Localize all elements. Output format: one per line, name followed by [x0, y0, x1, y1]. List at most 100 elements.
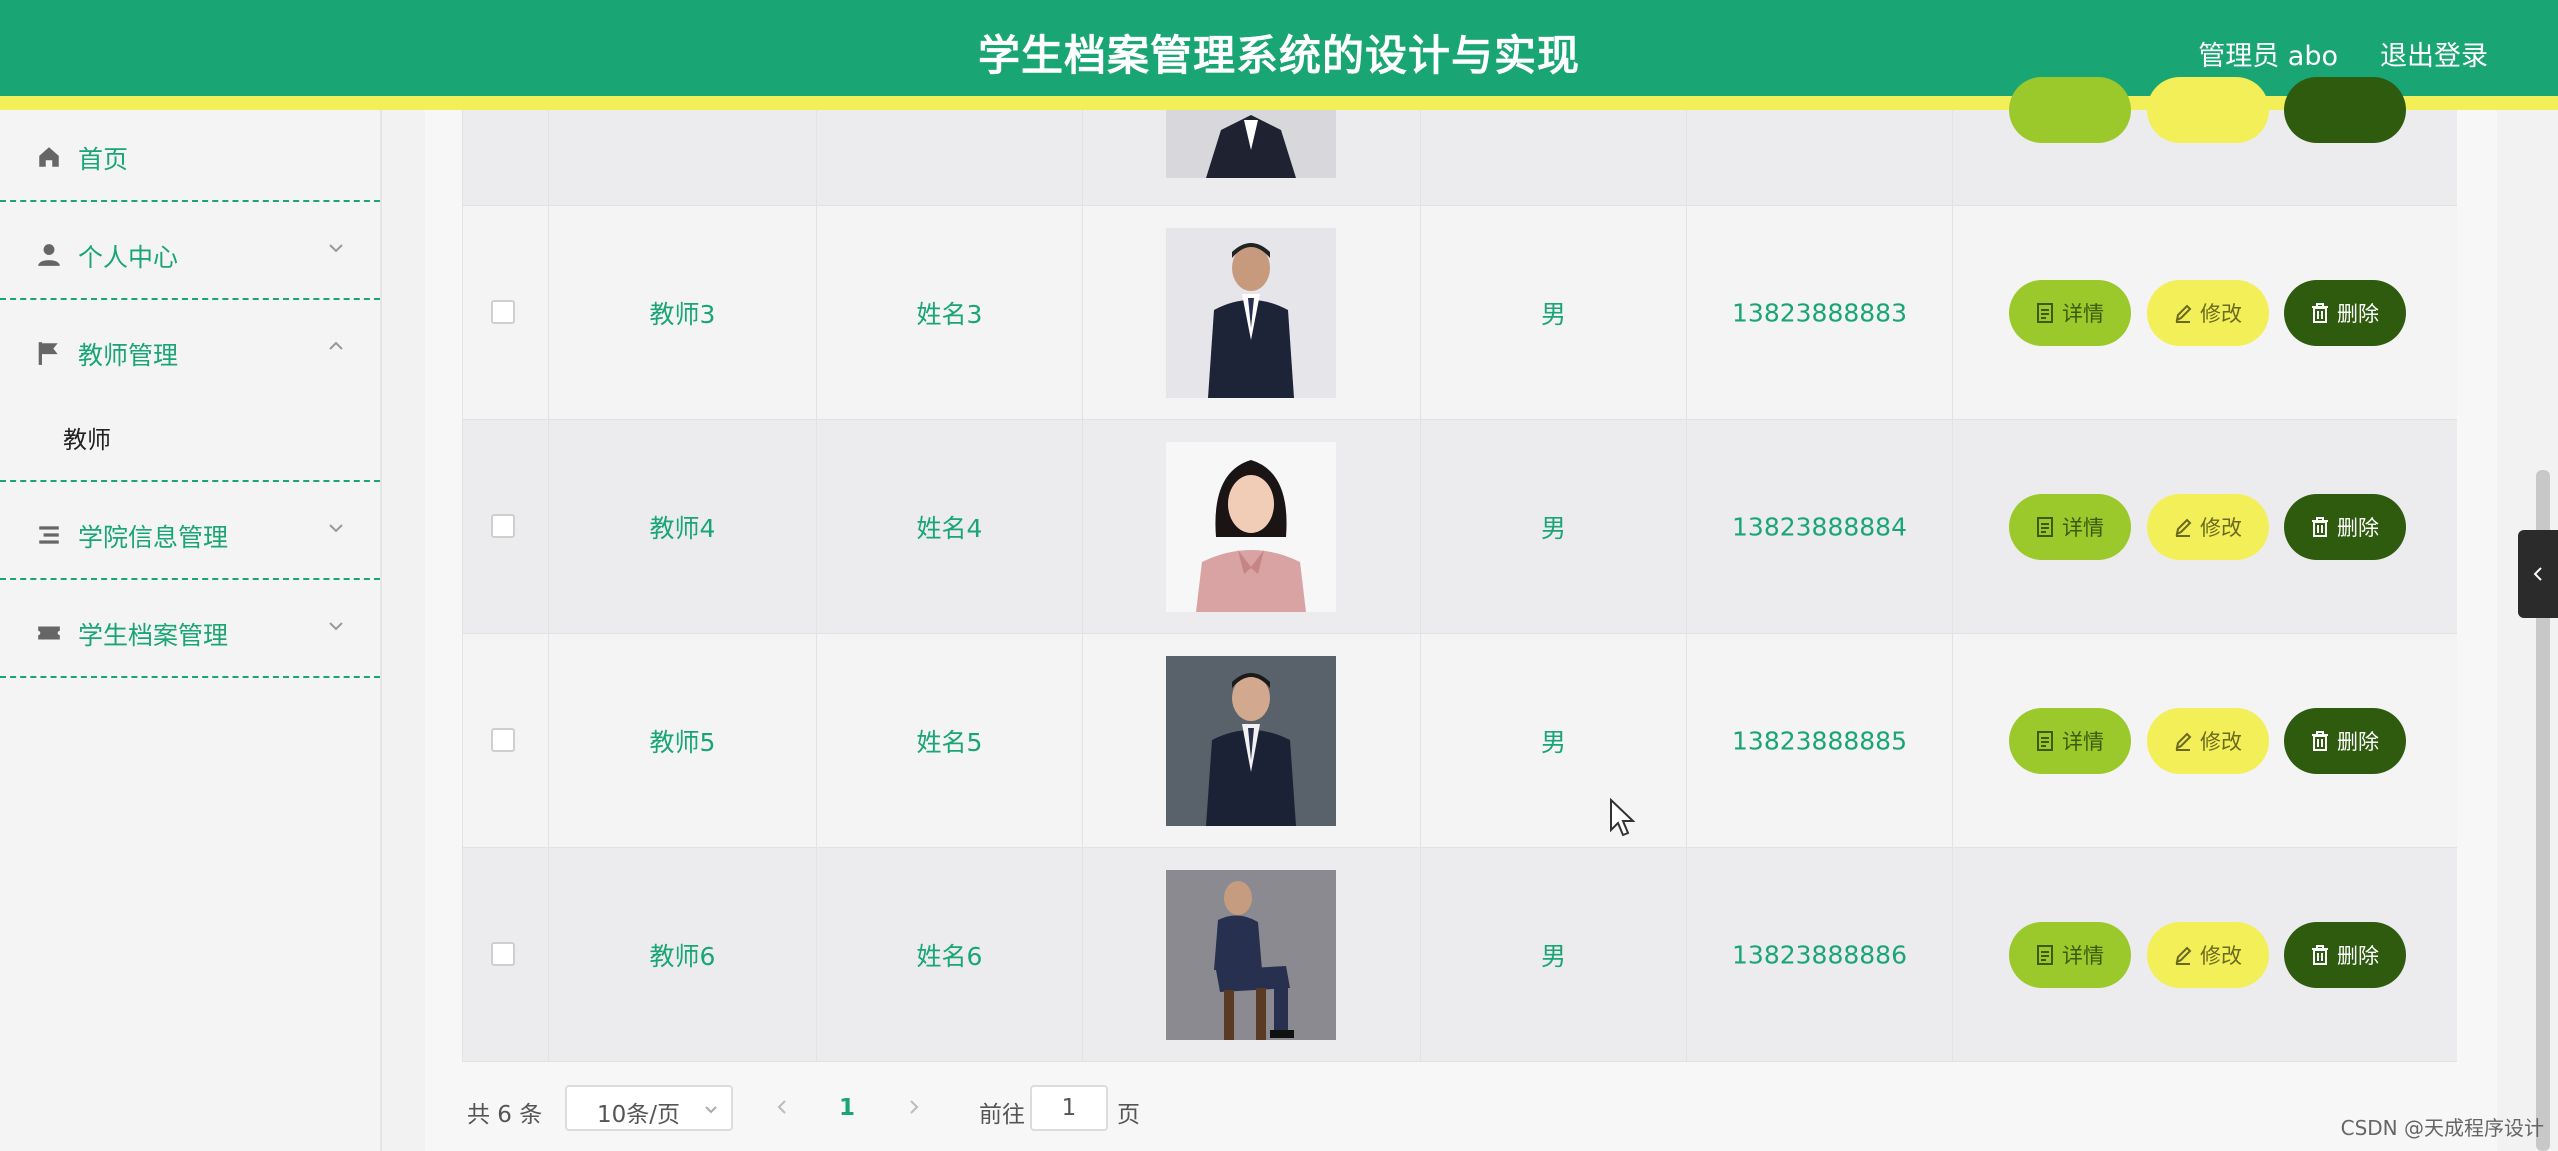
- sidebar-subitem-teacher[interactable]: 教师: [63, 420, 111, 455]
- edit-label: 修改: [2200, 729, 2242, 754]
- delete-button[interactable]: 删除: [2284, 707, 2406, 774]
- document-icon: [2037, 302, 2053, 323]
- document-icon: [2037, 516, 2053, 537]
- pagination: 共 6 条 10条/页 1 前往 页: [467, 1085, 1267, 1131]
- collapse-panel-button[interactable]: [2518, 530, 2558, 618]
- edit-button[interactable]: 修改: [2147, 493, 2269, 560]
- table-row: 教师4 姓名4 男 13823888884 详情 修改 删除: [463, 420, 2457, 634]
- sidebar-item-personal-center[interactable]: 个人中心: [0, 202, 380, 300]
- document-icon: [2037, 944, 2053, 965]
- document-icon: [2037, 730, 2053, 751]
- list-icon: [39, 526, 59, 544]
- edit-button[interactable]: 修改: [2147, 279, 2269, 346]
- teacher-id: 教师3: [649, 299, 716, 329]
- man-suit-photo: [1166, 227, 1336, 398]
- table-row: 教师5 姓名5 男 13823888885 详情 修改 删除: [463, 634, 2457, 848]
- chevron-up-icon: [329, 341, 343, 350]
- chevron-left-icon: [2533, 567, 2542, 581]
- sidebar-item-label: 教师管理: [78, 341, 179, 370]
- table-row: 教师6 姓名6 男 13823888886 详情 修改 删除: [463, 848, 2457, 1062]
- goto-label: 前往: [979, 1102, 1025, 1128]
- flag-icon: [38, 342, 58, 365]
- page-number[interactable]: 1: [839, 1095, 855, 1121]
- pencil-icon: [2175, 732, 2192, 751]
- watermark: CSDN @天成程序设计: [2340, 1116, 2544, 1140]
- page-size-value: 10条/页: [597, 1102, 681, 1128]
- teacher-gender: 男: [1540, 727, 1566, 757]
- sidebar-item-home[interactable]: 首页: [0, 110, 380, 202]
- sidebar-item-label: 首页: [78, 145, 129, 174]
- detail-button[interactable]: 详情: [2009, 921, 2131, 988]
- edit-button[interactable]: 修改: [2147, 921, 2269, 988]
- edit-label: 修改: [2200, 515, 2242, 540]
- chevron-down-icon: [705, 1106, 717, 1114]
- teacher-name: 姓名6: [916, 941, 983, 971]
- pencil-icon: [2175, 946, 2192, 965]
- page-size-select[interactable]: 10条/页: [565, 1085, 733, 1131]
- detail-button[interactable]: [2009, 77, 2131, 143]
- detail-button[interactable]: 详情: [2009, 279, 2131, 346]
- app-title: 学生档案管理系统的设计与实现: [977, 31, 1580, 80]
- delete-label: 删除: [2337, 301, 2379, 326]
- delete-button[interactable]: [2284, 77, 2406, 143]
- chevron-down-icon: [329, 524, 343, 533]
- goto-page-input[interactable]: [1030, 1085, 1108, 1131]
- pencil-icon: [2175, 304, 2192, 323]
- teacher-gender: 男: [1540, 299, 1566, 329]
- pencil-icon: [2175, 518, 2192, 537]
- sidebar-item-label: 个人中心: [78, 243, 179, 272]
- sidebar-item-teacher-management[interactable]: 教师管理: [0, 300, 380, 392]
- detail-button[interactable]: 详情: [2009, 707, 2131, 774]
- teacher-gender: 男: [1540, 513, 1566, 543]
- row-checkbox[interactable]: [491, 513, 515, 538]
- man-seated-photo: [1166, 869, 1336, 1040]
- row-checkbox[interactable]: [491, 299, 515, 324]
- woman-pink-blouse-photo: [1166, 441, 1336, 612]
- edit-button[interactable]: 修改: [2147, 707, 2269, 774]
- detail-label: 详情: [2062, 729, 2104, 754]
- delete-button[interactable]: 删除: [2284, 279, 2406, 346]
- chevron-down-icon: [329, 622, 343, 631]
- detail-label: 详情: [2062, 515, 2104, 540]
- trash-icon: [2312, 730, 2328, 751]
- teacher-photo-partial: [1166, 110, 1336, 178]
- sidebar-item-label: 学生档案管理: [78, 621, 229, 650]
- teacher-gender: 男: [1540, 941, 1566, 971]
- sidebar-submenu: 教师: [0, 392, 380, 482]
- teacher-table: 教师3 姓名3 男 13823888883 详情 修改 删除 教师4 姓名4 男…: [462, 77, 2457, 1062]
- sidebar-item-student-archive[interactable]: 学生档案管理: [0, 580, 380, 678]
- delete-button[interactable]: 删除: [2284, 921, 2406, 988]
- teacher-phone: 13823888884: [1732, 512, 1907, 541]
- teacher-name: 姓名4: [916, 513, 983, 543]
- man-suit-photo: [1166, 655, 1336, 826]
- table-row-partial: [463, 77, 2457, 206]
- edit-label: 修改: [2200, 943, 2242, 968]
- logout-link[interactable]: 退出登录: [2380, 34, 2488, 73]
- trash-icon: [2312, 516, 2328, 537]
- teacher-phone: 13823888885: [1732, 726, 1907, 755]
- table-row: 教师3 姓名3 男 13823888883 详情 修改 删除: [463, 206, 2457, 420]
- row-checkbox[interactable]: [491, 941, 515, 966]
- next-page-icon[interactable]: [904, 1097, 924, 1117]
- total-count: 共 6 条: [467, 1102, 543, 1128]
- delete-label: 删除: [2337, 943, 2379, 968]
- person-icon: [38, 244, 60, 266]
- teacher-name: 姓名5: [916, 727, 983, 757]
- chevron-down-icon: [329, 244, 343, 253]
- current-user: 管理员 abo: [2198, 41, 2338, 72]
- sidebar-item-college-info[interactable]: 学院信息管理: [0, 482, 380, 580]
- detail-button[interactable]: 详情: [2009, 493, 2131, 560]
- row-checkbox[interactable]: [491, 727, 515, 752]
- teacher-id: 教师6: [649, 941, 716, 971]
- delete-button[interactable]: 删除: [2284, 493, 2406, 560]
- edit-button[interactable]: [2147, 77, 2269, 143]
- teacher-id: 教师5: [649, 727, 716, 757]
- teacher-phone: 13823888883: [1732, 298, 1907, 327]
- mouse-cursor-icon: [1610, 798, 1635, 837]
- sidebar: 首页 个人中心 教师管理 教师 学院信息管理 学生档案管理: [0, 110, 382, 1151]
- delete-label: 删除: [2337, 515, 2379, 540]
- page-suffix: 页: [1117, 1102, 1140, 1128]
- prev-page-icon[interactable]: [772, 1097, 792, 1117]
- teacher-id: 教师4: [649, 513, 716, 543]
- delete-label: 删除: [2337, 729, 2379, 754]
